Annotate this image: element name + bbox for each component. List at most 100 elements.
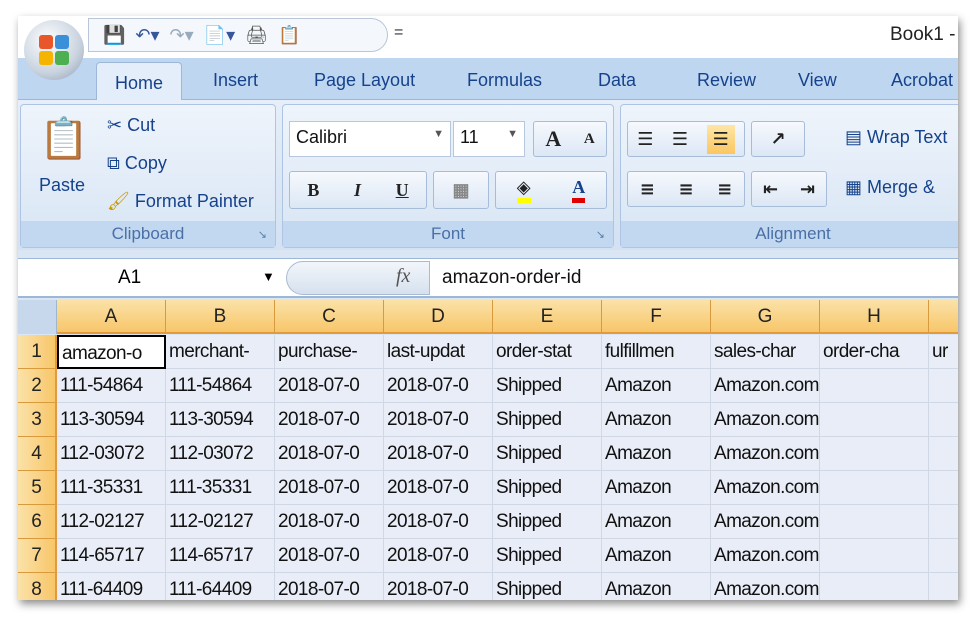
name-box[interactable]: A1 ▼ [18, 259, 280, 297]
cell[interactable]: Amazon [602, 573, 711, 600]
cell[interactable]: 111-64409 [166, 573, 275, 600]
cell[interactable]: order-cha [820, 335, 929, 369]
cell[interactable]: 112-02127 [166, 505, 275, 539]
cell[interactable]: 2018-07-0 [275, 539, 384, 573]
cell[interactable]: purchase- [275, 335, 384, 369]
cell[interactable]: Amazon [602, 403, 711, 437]
column-header[interactable]: G [711, 300, 820, 334]
cell[interactable]: Amazon [602, 369, 711, 403]
dialog-launcher-icon[interactable]: ↘ [258, 228, 267, 241]
cell[interactable]: Shipped [493, 369, 602, 403]
align-center-icon[interactable]: ≡ [678, 179, 693, 200]
bottom-align-icon[interactable]: ☰ [706, 124, 735, 154]
dialog-launcher-icon[interactable]: ↘ [596, 228, 605, 241]
print-icon[interactable]: 🖨 [245, 25, 268, 46]
insert-function-button[interactable]: fx [396, 265, 410, 288]
copy-button[interactable]: ⧉ Copy [107, 153, 167, 174]
cell[interactable]: Amazon.com [711, 403, 820, 437]
decrease-indent-icon[interactable]: ⇤ [763, 179, 778, 200]
cell[interactable] [929, 471, 958, 505]
cell[interactable]: Shipped [493, 539, 602, 573]
cell[interactable]: 2018-07-0 [384, 471, 493, 505]
align-right-icon[interactable]: ≡ [717, 179, 732, 200]
cell[interactable] [929, 437, 958, 471]
cell[interactable]: Amazon.com [711, 505, 820, 539]
cut-button[interactable]: ✂ Cut [107, 115, 155, 136]
tab-view[interactable]: View [798, 70, 837, 91]
cell[interactable]: 111-54864 [57, 369, 166, 403]
cell[interactable] [820, 505, 929, 539]
cell[interactable]: 2018-07-0 [384, 437, 493, 471]
tab-insert[interactable]: Insert [213, 70, 258, 91]
cell[interactable]: 114-65717 [166, 539, 275, 573]
cell[interactable] [929, 573, 958, 600]
grow-font-button[interactable]: A [545, 126, 561, 152]
cell[interactable]: order-stat [493, 335, 602, 369]
column-header[interactable] [929, 300, 958, 334]
cell[interactable]: Shipped [493, 471, 602, 505]
column-header[interactable]: F [602, 300, 711, 334]
column-header[interactable]: C [275, 300, 384, 334]
bold-button[interactable]: B [307, 180, 319, 201]
row-header[interactable]: 4 [18, 437, 57, 471]
cell[interactable]: 2018-07-0 [384, 403, 493, 437]
increase-indent-icon[interactable]: ⇥ [800, 179, 815, 200]
cell[interactable]: sales-char [711, 335, 820, 369]
merge-center-button[interactable]: ▦ Merge & [845, 177, 935, 198]
cell[interactable]: Shipped [493, 505, 602, 539]
save-icon[interactable]: 💾 [103, 25, 125, 46]
cell[interactable] [820, 471, 929, 505]
cell[interactable]: 2018-07-0 [384, 573, 493, 600]
tab-data[interactable]: Data [598, 70, 636, 91]
middle-align-icon[interactable]: ☰ [672, 129, 688, 150]
cell[interactable]: Amazon.com [711, 573, 820, 600]
cell[interactable]: 112-03072 [57, 437, 166, 471]
row-header[interactable]: 8 [18, 573, 57, 600]
align-left-icon[interactable]: ≡ [640, 179, 655, 200]
cell[interactable]: Amazon.com [711, 369, 820, 403]
cell[interactable]: 112-02127 [57, 505, 166, 539]
cell[interactable]: Amazon.com [711, 437, 820, 471]
paste-icon[interactable]: 📋 [39, 115, 89, 162]
cell[interactable]: 2018-07-0 [275, 505, 384, 539]
cell[interactable]: Amazon [602, 539, 711, 573]
cell[interactable]: 113-30594 [166, 403, 275, 437]
select-all-button[interactable] [18, 300, 57, 334]
row-header[interactable]: 1 [18, 335, 57, 369]
italic-button[interactable]: I [354, 180, 361, 201]
redo-icon[interactable]: ↷▾ [170, 25, 194, 46]
cell[interactable]: 2018-07-0 [275, 471, 384, 505]
cell[interactable] [929, 505, 958, 539]
cell[interactable]: 2018-07-0 [384, 369, 493, 403]
cell[interactable]: 114-65717 [57, 539, 166, 573]
cell[interactable]: 111-54864 [166, 369, 275, 403]
cell[interactable]: 112-03072 [166, 437, 275, 471]
row-header[interactable]: 7 [18, 539, 57, 573]
top-align-icon[interactable]: ☰ [637, 129, 653, 150]
cell[interactable]: Amazon.com [711, 471, 820, 505]
column-header[interactable]: A [57, 300, 166, 334]
cell[interactable]: 2018-07-0 [275, 573, 384, 600]
cell[interactable]: 111-64409 [57, 573, 166, 600]
cell[interactable] [820, 539, 929, 573]
cell[interactable]: Amazon [602, 505, 711, 539]
cell[interactable]: 113-30594 [57, 403, 166, 437]
shrink-font-button[interactable]: A [584, 131, 595, 148]
cell[interactable]: merchant- [166, 335, 275, 369]
cell[interactable]: last-updat [384, 335, 493, 369]
cell[interactable]: 2018-07-0 [384, 539, 493, 573]
tab-review[interactable]: Review [697, 70, 756, 91]
fill-color-button[interactable]: ◈ [516, 177, 531, 203]
cell[interactable]: 111-35331 [57, 471, 166, 505]
tab-page-layout[interactable]: Page Layout [314, 70, 415, 91]
wrap-text-button[interactable]: ▤ Wrap Text [845, 127, 947, 148]
cell[interactable] [929, 403, 958, 437]
tab-home[interactable]: Home [96, 62, 183, 101]
cell[interactable] [929, 369, 958, 403]
tab-formulas[interactable]: Formulas [467, 70, 542, 91]
formula-input[interactable]: amazon-order-id [442, 267, 581, 289]
cell[interactable]: Amazon.com [711, 539, 820, 573]
cell[interactable]: Shipped [493, 403, 602, 437]
undo-icon[interactable]: ↶▾ [135, 25, 159, 46]
cell[interactable] [820, 437, 929, 471]
